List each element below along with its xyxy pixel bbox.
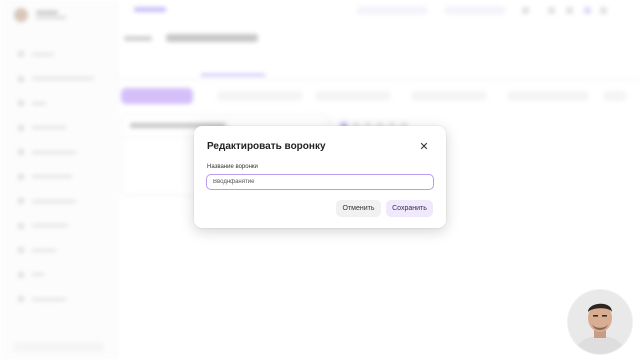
filter-pill[interactable] xyxy=(507,91,589,101)
funnel-name-label: Название воронки xyxy=(207,164,258,170)
sidebar-item[interactable] xyxy=(18,42,94,67)
save-button[interactable]: Сохранить xyxy=(386,200,433,217)
sidebar-item[interactable] xyxy=(18,238,94,263)
sidebar-nav xyxy=(18,42,94,312)
tab[interactable] xyxy=(591,64,621,76)
settings-icon[interactable] xyxy=(548,7,555,14)
primary-action-button[interactable] xyxy=(121,88,193,104)
topbar-pill[interactable] xyxy=(356,6,428,15)
topbar-pill[interactable] xyxy=(444,6,506,15)
tab[interactable] xyxy=(304,64,366,76)
tab[interactable] xyxy=(404,64,456,76)
help-icon[interactable] xyxy=(566,7,573,14)
tab-active[interactable] xyxy=(201,64,266,76)
edit-funnel-modal: Редактировать воронку ✕ Название воронки… xyxy=(194,126,446,228)
sidebar-item[interactable] xyxy=(18,165,94,190)
menu-icon[interactable] xyxy=(600,7,607,14)
close-icon[interactable]: ✕ xyxy=(418,141,430,153)
sidebar-item[interactable] xyxy=(18,91,94,116)
page-title xyxy=(166,34,258,42)
sidebar-item[interactable] xyxy=(18,116,94,141)
sidebar-item[interactable] xyxy=(18,214,94,239)
presenter-webcam xyxy=(568,290,632,354)
profile-icon[interactable] xyxy=(584,7,591,14)
page-header xyxy=(124,34,258,42)
funnel-name-input[interactable] xyxy=(206,174,434,190)
modal-title: Редактировать воронку xyxy=(207,141,326,152)
brand-logo xyxy=(134,7,166,12)
notification-icon[interactable] xyxy=(522,7,529,14)
avatar xyxy=(14,8,28,22)
tabs xyxy=(118,64,640,80)
sidebar-footer[interactable] xyxy=(14,342,104,352)
tab[interactable] xyxy=(494,64,552,76)
cancel-button[interactable]: Отменить xyxy=(336,200,381,217)
filter-pill[interactable] xyxy=(217,91,303,101)
toolbar xyxy=(121,88,628,104)
sidebar-item[interactable] xyxy=(18,189,94,214)
filter-pill[interactable] xyxy=(411,91,487,101)
user-block xyxy=(14,8,66,22)
topbar xyxy=(118,0,640,22)
sidebar-item[interactable] xyxy=(18,140,94,165)
filter-pill[interactable] xyxy=(603,91,627,101)
sidebar-item[interactable] xyxy=(18,263,94,288)
back-link[interactable] xyxy=(124,35,152,41)
presenter-face-image xyxy=(568,290,632,354)
sidebar xyxy=(0,0,118,360)
sidebar-item[interactable] xyxy=(18,287,94,312)
filter-pill[interactable] xyxy=(315,91,391,101)
sidebar-item[interactable] xyxy=(18,67,94,92)
tab[interactable] xyxy=(137,64,163,76)
